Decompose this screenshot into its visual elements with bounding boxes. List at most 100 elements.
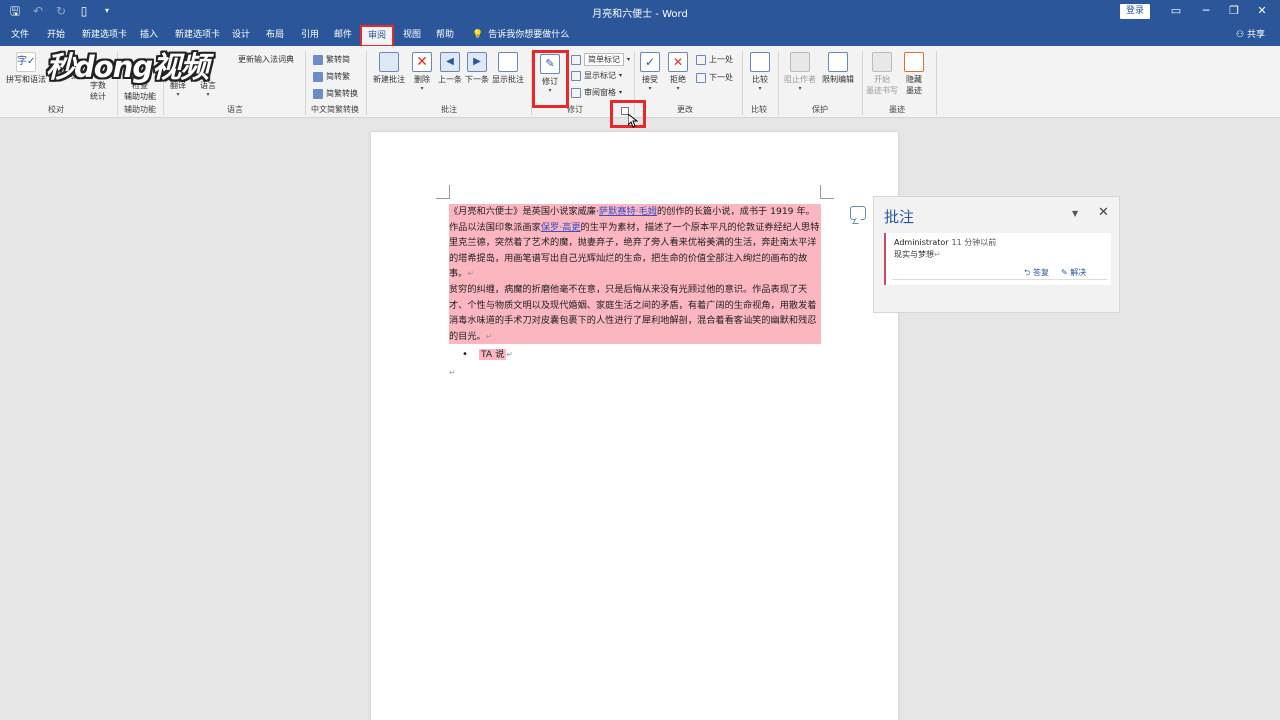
show-comments-button[interactable]: 显示批注 xyxy=(492,52,524,85)
eraser-icon xyxy=(904,52,924,72)
empty-paragraph-mark-icon: ↵ xyxy=(449,367,456,377)
tab-view[interactable]: 视图 xyxy=(403,24,421,46)
comment-text-value: 现实与梦想 xyxy=(894,250,934,259)
prev-comment-icon: ◀ xyxy=(440,52,460,72)
accept-icon: ✓ xyxy=(640,52,660,72)
tab-layout[interactable]: 布局 xyxy=(266,24,284,46)
paragraph-mark-icon: ↵ xyxy=(467,269,475,279)
reply-icon: ⮌ xyxy=(1024,268,1031,277)
simp-to-trad-icon xyxy=(313,71,323,82)
tab-mailings[interactable]: 邮件 xyxy=(334,24,352,46)
spelling-button[interactable]: 字✓ 拼写和语法 xyxy=(6,52,46,85)
group-label-proofing: 校对 xyxy=(48,105,64,114)
prev-change-button[interactable]: 上一处 xyxy=(696,54,733,65)
share-label: 共享 xyxy=(1246,30,1265,40)
start-inking-button[interactable]: 开始 墨迹书写 xyxy=(866,52,898,96)
tab-custom-2[interactable]: 新建选项卡 xyxy=(175,24,220,46)
window-title: 月亮和六便士 - Word xyxy=(592,9,688,20)
delete-comment-label: 删除 xyxy=(414,75,430,84)
restrict-editing-icon xyxy=(828,52,848,72)
tab-custom-1[interactable]: 新建选项卡 xyxy=(82,24,127,46)
new-comment-button[interactable]: 新建批注 xyxy=(373,52,405,85)
accessibility-check-label-2: 辅助功能 xyxy=(124,92,156,101)
comments-pane: 批注 ▼ ✕ Administrator 11 分钟以前 现实与梦想↵ ⮌ 答复 … xyxy=(873,196,1120,313)
compare-dropdown-icon: ▾ xyxy=(758,85,762,92)
comment-divider xyxy=(892,279,1107,280)
trad-to-simp-button[interactable]: 繁转简 xyxy=(313,54,350,65)
prev-change-icon xyxy=(696,54,706,65)
accept-button[interactable]: ✓ 接受 ▾ xyxy=(640,52,660,93)
hyperlink-gauguin[interactable]: 保罗·高更 xyxy=(541,222,581,233)
review-pane-label: 审阅窗格 xyxy=(584,88,616,97)
review-pane-button[interactable]: 审阅窗格 ▾ xyxy=(571,87,622,98)
minimize-icon[interactable]: ─ xyxy=(1196,3,1216,19)
comment-balloon-icon[interactable] xyxy=(850,206,866,220)
tab-help[interactable]: 帮助 xyxy=(436,24,454,46)
reject-dropdown-icon: ▾ xyxy=(676,85,680,92)
block-authors-label: 阻止作者 xyxy=(784,75,816,84)
document-body[interactable]: 《月亮和六便士》是英国小说家威廉·萨默赛特·毛姆的创作的长篇小说，成书于 191… xyxy=(449,204,821,381)
tab-review[interactable]: 审阅 xyxy=(360,25,395,47)
convert-label: 简繁转换 xyxy=(326,89,358,98)
new-comment-label: 新建批注 xyxy=(373,75,405,84)
next-change-button[interactable]: 下一处 xyxy=(696,72,733,83)
share-button[interactable]: ⚇ 共享 xyxy=(1236,24,1265,46)
bullet-item: TA 说↵ xyxy=(449,347,821,363)
restore-icon[interactable]: ❐ xyxy=(1224,3,1244,19)
hide-ink-label-1: 隐藏 xyxy=(906,75,922,84)
delete-comment-button[interactable]: ✕ 删除 ▾ xyxy=(412,52,432,93)
hide-ink-button[interactable]: 隐藏 墨迹 xyxy=(904,52,924,96)
convert-button[interactable]: 简繁转换 xyxy=(313,88,358,99)
next-change-icon xyxy=(696,72,706,83)
compare-button[interactable]: 比较 ▾ xyxy=(750,52,770,93)
next-comment-button[interactable]: ▶ 下一条 xyxy=(465,52,489,85)
tab-design[interactable]: 设计 xyxy=(232,24,250,46)
tab-file[interactable]: 文件 xyxy=(11,24,29,46)
compare-icon xyxy=(750,52,770,72)
tab-insert[interactable]: 插入 xyxy=(140,24,158,46)
show-comments-label: 显示批注 xyxy=(492,75,524,84)
group-label-compare: 比较 xyxy=(751,105,767,114)
trad-to-simp-icon xyxy=(313,54,323,65)
block-authors-button[interactable]: 阻止作者 ▾ xyxy=(784,52,816,93)
prev-comment-label: 上一条 xyxy=(438,75,462,84)
review-pane-dropdown-icon: ▾ xyxy=(619,89,623,96)
group-label-accessibility: 辅助功能 xyxy=(124,105,156,114)
para1-text-a: 《月亮和六便士》是英国小说家威廉· xyxy=(449,206,599,217)
person-icon: ⚇ xyxy=(1236,30,1245,40)
prev-comment-button[interactable]: ◀ 上一条 xyxy=(438,52,462,85)
lightbulb-icon: 💡 xyxy=(472,30,484,40)
pane-options-icon[interactable]: ▼ xyxy=(1072,209,1078,218)
login-button[interactable]: 登录 xyxy=(1120,4,1150,19)
group-label-protect: 保护 xyxy=(812,105,828,114)
comment-card[interactable]: Administrator 11 分钟以前 现实与梦想↵ ⮌ 答复 ✎ 解决 xyxy=(884,233,1111,285)
spelling-label: 拼写和语法 xyxy=(6,75,46,84)
paragraph-mark-icon: ↵ xyxy=(506,350,513,360)
convert-icon xyxy=(313,88,323,99)
tab-home[interactable]: 开始 xyxy=(47,24,65,46)
markup-select[interactable]: 简单标记 ▾ xyxy=(571,53,630,66)
new-comment-icon xyxy=(379,52,399,72)
hide-ink-label-2: 墨迹 xyxy=(906,86,922,95)
block-dropdown-icon: ▾ xyxy=(798,85,802,92)
pane-close-icon[interactable]: ✕ xyxy=(1098,205,1109,220)
paragraph-mark-icon: ↵ xyxy=(485,331,493,341)
group-label-tracking: 修订 xyxy=(567,105,583,114)
ribbon-divider xyxy=(305,51,306,115)
video-watermark-logo: 秒dong视频 xyxy=(46,50,209,84)
comment-author: Administrator xyxy=(894,238,949,247)
simp-to-trad-button[interactable]: 简转繁 xyxy=(313,71,350,82)
hyperlink-maugham[interactable]: 萨默赛特·毛姆 xyxy=(599,206,657,217)
show-markup-button[interactable]: 显示标记 ▾ xyxy=(571,70,622,81)
paragraph-1: 《月亮和六便士》是英国小说家威廉·萨默赛特·毛姆的创作的长篇小说，成书于 191… xyxy=(449,204,821,282)
comment-header: Administrator 11 分钟以前 xyxy=(894,237,996,248)
compare-label: 比较 xyxy=(752,75,768,84)
tab-references[interactable]: 引用 xyxy=(301,24,319,46)
close-icon[interactable]: ✕ xyxy=(1252,3,1272,19)
reject-button[interactable]: ✕ 拒绝 ▾ xyxy=(668,52,688,93)
tell-me-box[interactable]: 💡 告诉我你想要做什么 xyxy=(472,24,569,46)
comment-text[interactable]: 现实与梦想↵ xyxy=(894,249,941,260)
update-ime-button[interactable]: 更新输入法词典 xyxy=(238,54,294,65)
ribbon-display-icon[interactable]: ▭ xyxy=(1166,3,1186,19)
restrict-editing-button[interactable]: 限制编辑 xyxy=(822,52,854,85)
